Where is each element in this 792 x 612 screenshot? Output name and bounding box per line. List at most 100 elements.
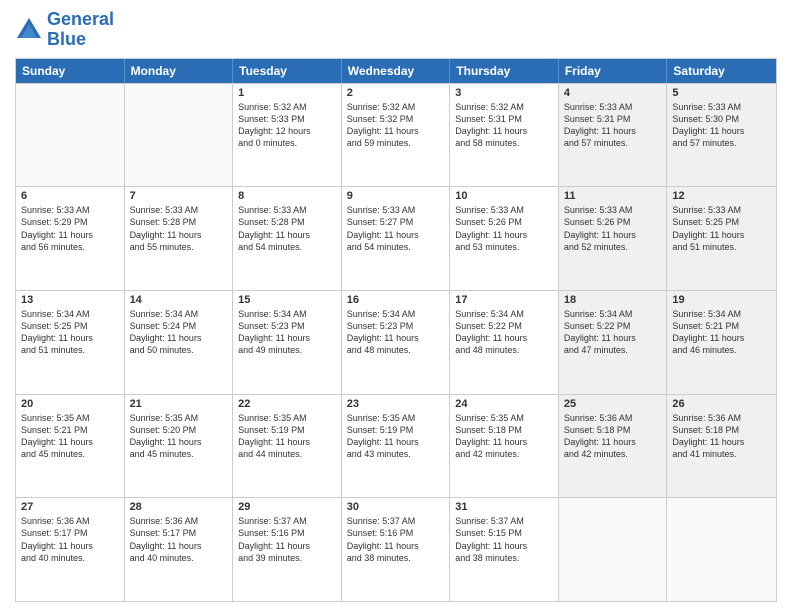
cell-line: Daylight: 11 hours: [21, 436, 119, 448]
cell-line: Daylight: 11 hours: [238, 332, 336, 344]
cell-line: Sunset: 5:16 PM: [238, 527, 336, 539]
cell-line: Daylight: 11 hours: [21, 540, 119, 552]
day-number: 19: [672, 294, 771, 306]
cell-line: Daylight: 11 hours: [347, 436, 445, 448]
day-number: 2: [347, 87, 445, 99]
cell-line: Sunset: 5:19 PM: [347, 424, 445, 436]
cell-line: Sunrise: 5:37 AM: [347, 515, 445, 527]
cell-line: Sunrise: 5:35 AM: [347, 412, 445, 424]
cal-cell: 29 Sunrise: 5:37 AMSunset: 5:16 PMDayligh…: [233, 498, 342, 601]
cal-week-4: 20Sunrise: 5:35 AMSunset: 5:21 PMDayligh…: [16, 394, 776, 498]
cell-line: Sunrise: 5:34 AM: [21, 308, 119, 320]
cal-cell: 8Sunrise: 5:33 AMSunset: 5:28 PMDaylight…: [233, 187, 342, 290]
day-number: 6: [21, 190, 119, 202]
cell-line: Sunrise: 5:35 AM: [455, 412, 553, 424]
cal-cell: 16Sunrise: 5:34 AMSunset: 5:23 PMDayligh…: [342, 291, 451, 394]
day-number: 11: [564, 190, 662, 202]
cell-line: Sunrise: 5:35 AM: [238, 412, 336, 424]
cell-line: Sunrise: 5:33 AM: [130, 204, 228, 216]
cell-line: Daylight: 11 hours: [564, 229, 662, 241]
calendar-header-row: SundayMondayTuesdayWednesdayThursdayFrid…: [16, 59, 776, 83]
cell-line: Sunrise: 5:32 AM: [455, 101, 553, 113]
cell-line: Daylight: 11 hours: [238, 540, 336, 552]
cal-cell: 15Sunrise: 5:34 AMSunset: 5:23 PMDayligh…: [233, 291, 342, 394]
cell-line: Sunrise: 5:36 AM: [21, 515, 119, 527]
cal-cell: 9Sunrise: 5:33 AMSunset: 5:27 PMDaylight…: [342, 187, 451, 290]
calendar-body: 1Sunrise: 5:32 AMSunset: 5:33 PMDaylight…: [16, 83, 776, 601]
cell-line: Sunrise: 5:32 AM: [238, 101, 336, 113]
cell-line: and 58 minutes.: [455, 137, 553, 149]
cell-line: Sunrise: 5:33 AM: [21, 204, 119, 216]
logo-text: General Blue: [47, 10, 114, 50]
cal-cell: 12Sunrise: 5:33 AMSunset: 5:25 PMDayligh…: [667, 187, 776, 290]
day-number: 28: [130, 501, 228, 513]
cell-line: and 51 minutes.: [21, 344, 119, 356]
cell-line: Sunrise: 5:34 AM: [238, 308, 336, 320]
cal-cell: 19Sunrise: 5:34 AMSunset: 5:21 PMDayligh…: [667, 291, 776, 394]
cell-line: Sunset: 5:24 PM: [130, 320, 228, 332]
cell-line: and 49 minutes.: [238, 344, 336, 356]
day-number: 1: [238, 87, 336, 99]
cal-cell: 2Sunrise: 5:32 AMSunset: 5:32 PMDaylight…: [342, 84, 451, 187]
day-number: 7: [130, 190, 228, 202]
page: General Blue SundayMondayTuesdayWednesda…: [0, 0, 792, 612]
cell-line: Sunrise: 5:33 AM: [347, 204, 445, 216]
day-number: 12: [672, 190, 771, 202]
cell-line: and 50 minutes.: [130, 344, 228, 356]
cal-cell: 26Sunrise: 5:36 AMSunset: 5:18 PMDayligh…: [667, 395, 776, 498]
cell-line: Sunset: 5:23 PM: [347, 320, 445, 332]
cal-cell: 31Sunrise: 5:37 AMSunset: 5:15 PMDayligh…: [450, 498, 559, 601]
cell-line: Sunrise: 5:33 AM: [455, 204, 553, 216]
cell-line: Sunset: 5:26 PM: [455, 216, 553, 228]
cell-line: and 38 minutes.: [347, 552, 445, 564]
cal-header-thursday: Thursday: [450, 59, 559, 83]
cell-line: and 0 minutes.: [238, 137, 336, 149]
cal-cell: 21Sunrise: 5:35 AMSunset: 5:20 PMDayligh…: [125, 395, 234, 498]
cell-line: Sunrise: 5:33 AM: [564, 204, 662, 216]
cal-cell: [667, 498, 776, 601]
cell-line: Daylight: 11 hours: [455, 436, 553, 448]
cell-line: and 48 minutes.: [347, 344, 445, 356]
cell-line: and 39 minutes.: [238, 552, 336, 564]
cell-line: Sunset: 5:25 PM: [21, 320, 119, 332]
day-number: 14: [130, 294, 228, 306]
logo: General Blue: [15, 10, 114, 50]
day-number: 22: [238, 398, 336, 410]
cell-line: and 45 minutes.: [130, 448, 228, 460]
cell-line: Daylight: 11 hours: [672, 332, 771, 344]
day-number: 16: [347, 294, 445, 306]
cal-week-1: 1Sunrise: 5:32 AMSunset: 5:33 PMDaylight…: [16, 83, 776, 187]
cal-cell: 24Sunrise: 5:35 AMSunset: 5:18 PMDayligh…: [450, 395, 559, 498]
cell-line: Sunset: 5:18 PM: [564, 424, 662, 436]
cell-line: Daylight: 11 hours: [238, 436, 336, 448]
cell-line: Sunrise: 5:37 AM: [238, 515, 336, 527]
cell-line: Sunrise: 5:32 AM: [347, 101, 445, 113]
cell-line: and 41 minutes.: [672, 448, 771, 460]
cell-line: and 43 minutes.: [347, 448, 445, 460]
cell-line: Sunset: 5:27 PM: [347, 216, 445, 228]
cell-line: Daylight: 11 hours: [672, 436, 771, 448]
cell-line: Daylight: 11 hours: [347, 125, 445, 137]
cell-line: and 45 minutes.: [21, 448, 119, 460]
cell-line: Sunset: 5:26 PM: [564, 216, 662, 228]
cell-line: Daylight: 11 hours: [455, 540, 553, 552]
cell-line: Daylight: 11 hours: [347, 540, 445, 552]
day-number: 10: [455, 190, 553, 202]
cal-cell: 23Sunrise: 5:35 AMSunset: 5:19 PMDayligh…: [342, 395, 451, 498]
cell-line: Sunset: 5:22 PM: [455, 320, 553, 332]
cell-line: Sunrise: 5:35 AM: [21, 412, 119, 424]
cell-line: Sunrise: 5:34 AM: [130, 308, 228, 320]
cal-cell: 4Sunrise: 5:33 AMSunset: 5:31 PMDaylight…: [559, 84, 668, 187]
cell-line: and 57 minutes.: [672, 137, 771, 149]
day-number: 26: [672, 398, 771, 410]
cell-line: and 38 minutes.: [455, 552, 553, 564]
cell-line: Sunrise: 5:34 AM: [347, 308, 445, 320]
day-number: 29: [238, 501, 336, 513]
cell-line: Sunrise: 5:34 AM: [455, 308, 553, 320]
cell-line: Daylight: 11 hours: [130, 229, 228, 241]
cal-header-saturday: Saturday: [667, 59, 776, 83]
cell-line: Sunset: 5:23 PM: [238, 320, 336, 332]
cal-cell: 20Sunrise: 5:35 AMSunset: 5:21 PMDayligh…: [16, 395, 125, 498]
cell-line: Daylight: 11 hours: [347, 229, 445, 241]
cal-header-monday: Monday: [125, 59, 234, 83]
